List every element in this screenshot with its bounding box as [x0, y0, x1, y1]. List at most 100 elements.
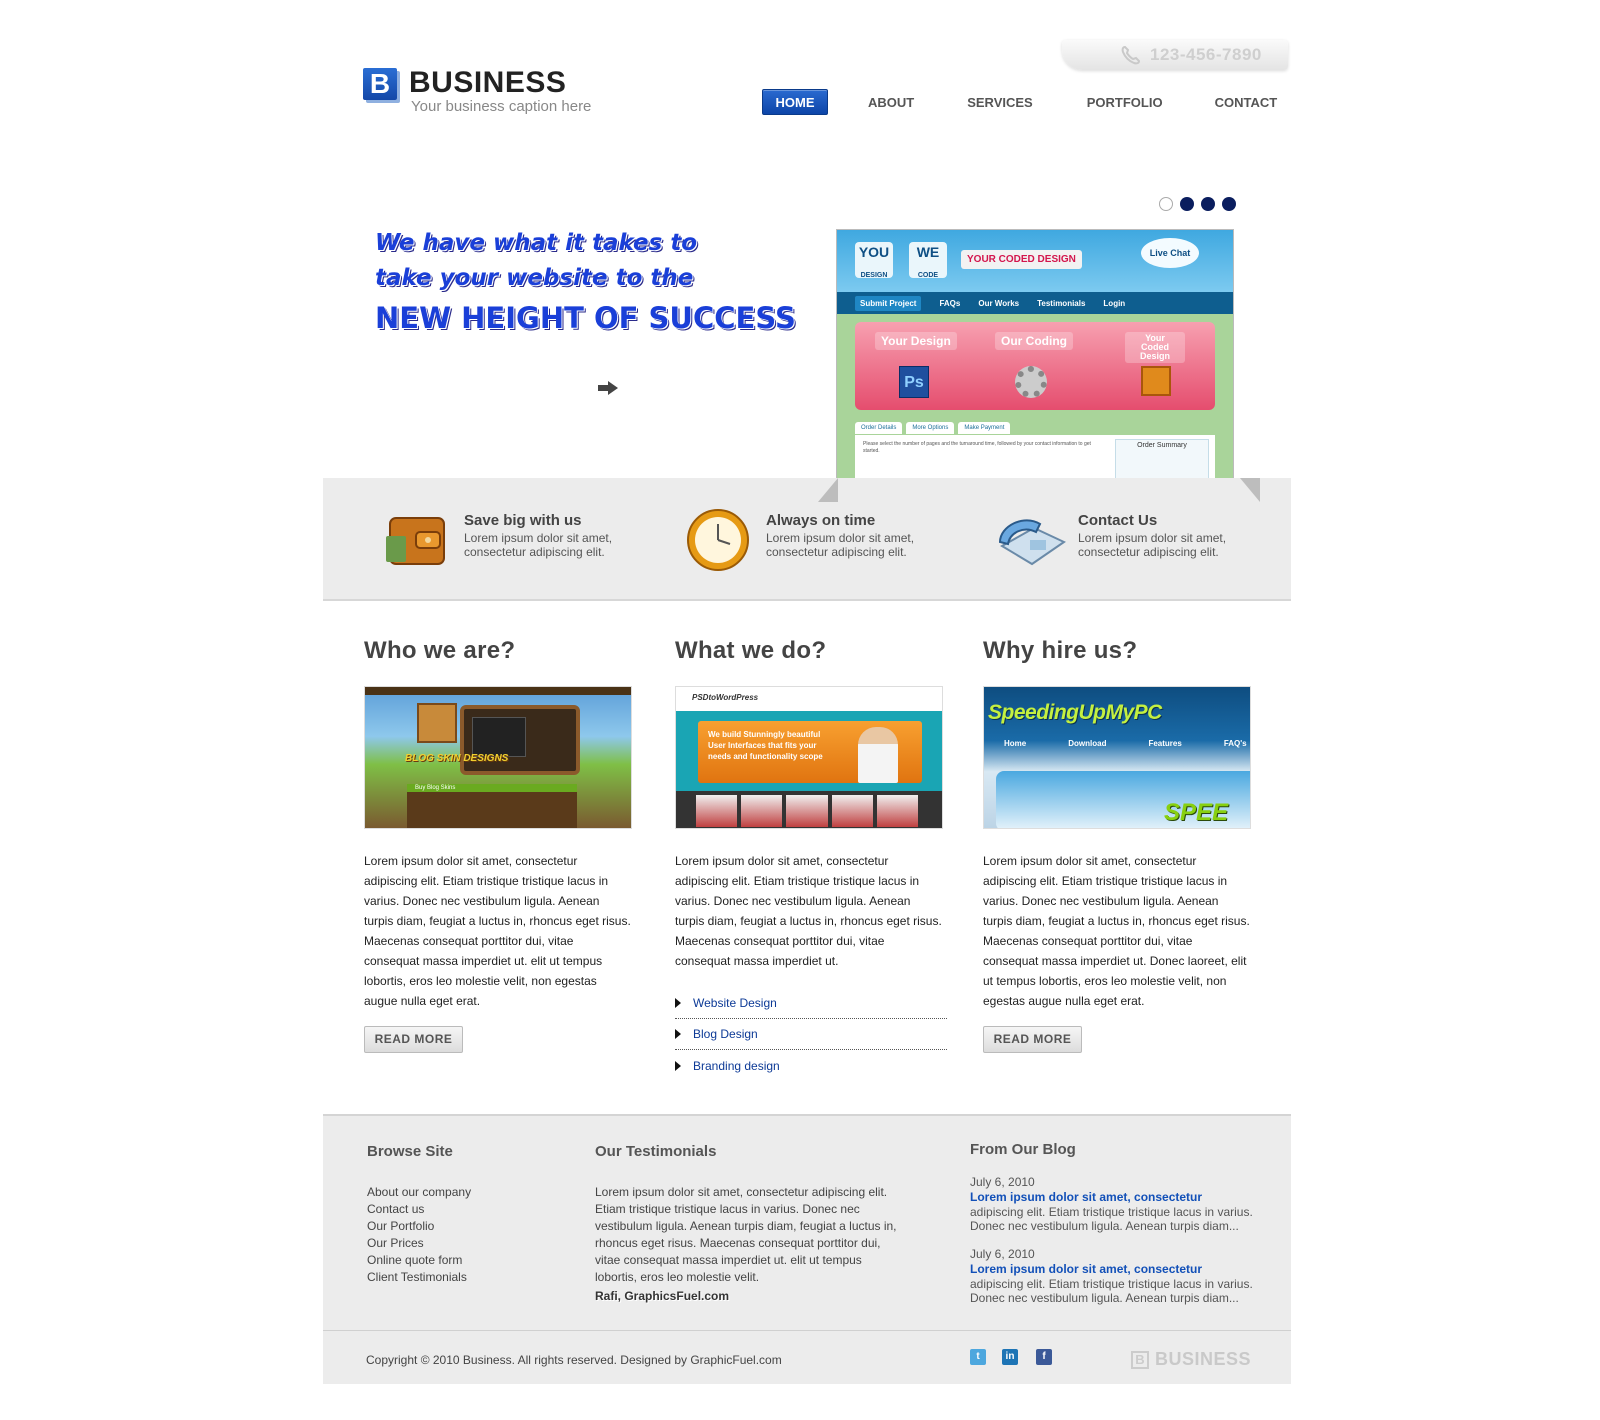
- feature-contact: Contact Us Lorem ipsum dolor sit amet, c…: [998, 512, 1238, 566]
- blog-title-link[interactable]: Lorem ipsum dolor sit amet, consectetur: [970, 1190, 1270, 1204]
- feature-title: Save big with us: [464, 512, 582, 529]
- service-link[interactable]: Website Design: [675, 988, 947, 1019]
- twitter-icon[interactable]: t: [970, 1349, 986, 1365]
- next-arrow-icon[interactable]: [597, 380, 619, 396]
- nav-about[interactable]: ABOUT: [868, 95, 914, 110]
- telephone-icon: [998, 519, 1066, 566]
- blog-post: July 6, 2010 Lorem ipsum dolor sit amet,…: [970, 1247, 1270, 1305]
- hero-shot-you: YOU DESIGN: [855, 242, 893, 279]
- slider-dots: [1159, 197, 1243, 211]
- slider-dot-3[interactable]: [1201, 197, 1215, 211]
- footer-blog: From Our Blog July 6, 2010 Lorem ipsum d…: [970, 1141, 1270, 1305]
- footer-bottom: Copyright © 2010 Business. All rights re…: [323, 1330, 1291, 1386]
- column-why: Why hire us? SpeedingUpMyPC Home Downloa…: [983, 637, 1251, 1053]
- main-nav: HOME ABOUT SERVICES PORTFOLIO CONTACT: [762, 89, 1277, 115]
- facebook-icon[interactable]: f: [1036, 1349, 1052, 1365]
- portfolio-thumbnail[interactable]: PSDtoWordPress We build Stunningly beaut…: [675, 686, 943, 829]
- person-illustration: [858, 727, 898, 783]
- hero-shot-we: WE CODE: [909, 242, 947, 279]
- hero-shot-steps: Your Design Our Coding Your Coded Design…: [855, 322, 1215, 410]
- testimonial-text: Lorem ipsum dolor sit amet, consectetur …: [595, 1185, 897, 1284]
- read-more-button[interactable]: READ MORE: [983, 1026, 1082, 1053]
- footer-logo[interactable]: B BUSINESS: [1131, 1349, 1251, 1370]
- nav-home[interactable]: HOME: [762, 89, 828, 115]
- footer-link[interactable]: Online quote form: [367, 1252, 471, 1269]
- wallet-icon: [386, 517, 445, 565]
- feature-save: Save big with us Lorem ipsum dolor sit a…: [386, 512, 624, 565]
- clock-icon: [687, 509, 749, 571]
- footer-testimonials: Our Testimonials Lorem ipsum dolor sit a…: [595, 1143, 905, 1303]
- portfolio-thumbnail[interactable]: BLOG SKIN DESIGNS Buy Blog Skins: [364, 686, 632, 829]
- birdhouse-illustration: [417, 703, 457, 743]
- portfolio-thumbnail[interactable]: SpeedingUpMyPC Home Download Features FA…: [983, 686, 1251, 829]
- hero-line-3: NEW HEIGHT OF SUCCESS: [375, 301, 796, 335]
- logo-title: BUSINESS: [409, 66, 567, 99]
- features-band: Save big with us Lorem ipsum dolor sit a…: [323, 478, 1291, 601]
- nav-contact[interactable]: CONTACT: [1215, 95, 1278, 110]
- triangle-bullet-icon: [675, 998, 681, 1008]
- footer-logo-mark: B: [1131, 1350, 1149, 1369]
- blog-post: July 6, 2010 Lorem ipsum dolor sit amet,…: [970, 1175, 1270, 1233]
- footer-link[interactable]: Client Testimonials: [367, 1269, 471, 1286]
- nav-portfolio[interactable]: PORTFOLIO: [1087, 95, 1163, 110]
- footer-heading: From Our Blog: [970, 1141, 1076, 1158]
- column-title: Why hire us?: [983, 637, 1138, 664]
- slider-dot-2[interactable]: [1180, 197, 1194, 211]
- linkedin-icon[interactable]: in: [1002, 1349, 1018, 1365]
- logo-mark: B: [363, 68, 397, 100]
- hero-headline: We have what it takes to take your websi…: [375, 226, 796, 340]
- feature-title: Contact Us: [1078, 512, 1158, 529]
- footer: Browse Site About our company Contact us…: [323, 1114, 1291, 1384]
- triangle-bullet-icon: [675, 1060, 681, 1071]
- footer-heading: Our Testimonials: [595, 1143, 717, 1160]
- hero-screenshot: YOU DESIGN WE CODE YOUR CODED DESIGN Live …: [836, 229, 1234, 497]
- blog-excerpt: adipiscing elit. Etiam tristique tristiq…: [970, 1205, 1253, 1233]
- service-link[interactable]: Blog Design: [675, 1019, 947, 1050]
- service-list: Website Design Blog Design Branding desi…: [675, 988, 947, 1081]
- ribbon-fold-left: [818, 478, 838, 502]
- read-more-button[interactable]: READ MORE: [364, 1026, 463, 1053]
- phone-tab: 123-456-7890: [1062, 40, 1288, 70]
- live-chat-bubble: Live Chat: [1141, 238, 1199, 268]
- slider-dot-1[interactable]: [1159, 197, 1173, 211]
- hero-line-2: take your website to the: [375, 265, 694, 291]
- footer-browse: Browse Site About our company Contact us…: [367, 1143, 471, 1286]
- gear-icon: [1015, 366, 1047, 398]
- copyright: Copyright © 2010 Business. All rights re…: [366, 1353, 782, 1367]
- phone-number: 123-456-7890: [1150, 45, 1262, 64]
- triangle-bullet-icon: [675, 1029, 681, 1039]
- feature-text: Lorem ipsum dolor sit amet, consectetur …: [766, 531, 915, 559]
- feature-time: Always on time Lorem ipsum dolor sit ame…: [687, 509, 926, 571]
- column-text: Lorem ipsum dolor sit amet, consectetur …: [983, 854, 1250, 1008]
- footer-link[interactable]: Contact us: [367, 1201, 471, 1218]
- phone-icon: [1121, 45, 1141, 65]
- footer-link[interactable]: Our Prices: [367, 1235, 471, 1252]
- blog-excerpt: adipiscing elit. Etiam tristique tristiq…: [970, 1277, 1253, 1305]
- hero-shot-nav: Submit Project FAQs Our Works Testimonia…: [837, 292, 1233, 314]
- footer-link[interactable]: Our Portfolio: [367, 1218, 471, 1235]
- testimonial-author: Rafi, GraphicsFuel.com: [595, 1289, 730, 1303]
- photoshop-icon: Ps: [899, 366, 929, 398]
- column-text: Lorem ipsum dolor sit amet, consectetur …: [364, 854, 631, 1008]
- column-title: Who we are?: [364, 637, 516, 664]
- footer-link[interactable]: About our company: [367, 1184, 471, 1201]
- blog-date: July 6, 2010: [970, 1247, 1035, 1261]
- logo-caption: Your business caption here: [411, 98, 592, 115]
- blog-date: July 6, 2010: [970, 1175, 1035, 1189]
- site-logo[interactable]: B BUSINESS Your business caption here: [363, 68, 591, 115]
- feature-title: Always on time: [766, 512, 876, 529]
- slider-dot-4[interactable]: [1222, 197, 1236, 211]
- nav-services[interactable]: SERVICES: [967, 95, 1033, 110]
- hero-shot-coded: YOUR CODED DESIGN: [961, 250, 1082, 269]
- blog-title-link[interactable]: Lorem ipsum dolor sit amet, consectetur: [970, 1262, 1270, 1276]
- column-text: Lorem ipsum dolor sit amet, consectetur …: [675, 854, 942, 968]
- feature-text: Lorem ipsum dolor sit amet, consectetur …: [464, 531, 613, 559]
- column-what: What we do? PSDtoWordPress We build Stun…: [675, 637, 947, 1081]
- hero-line-1: We have what it takes to: [375, 230, 698, 256]
- footer-heading: Browse Site: [367, 1143, 453, 1160]
- service-link[interactable]: Branding design: [675, 1050, 947, 1081]
- column-title: What we do?: [675, 637, 827, 664]
- column-who: Who we are? BLOG SKIN DESIGNS Buy Blog S…: [364, 637, 632, 1053]
- feature-text: Lorem ipsum dolor sit amet, consectetur …: [1078, 531, 1227, 559]
- gift-box-icon: [1141, 366, 1171, 396]
